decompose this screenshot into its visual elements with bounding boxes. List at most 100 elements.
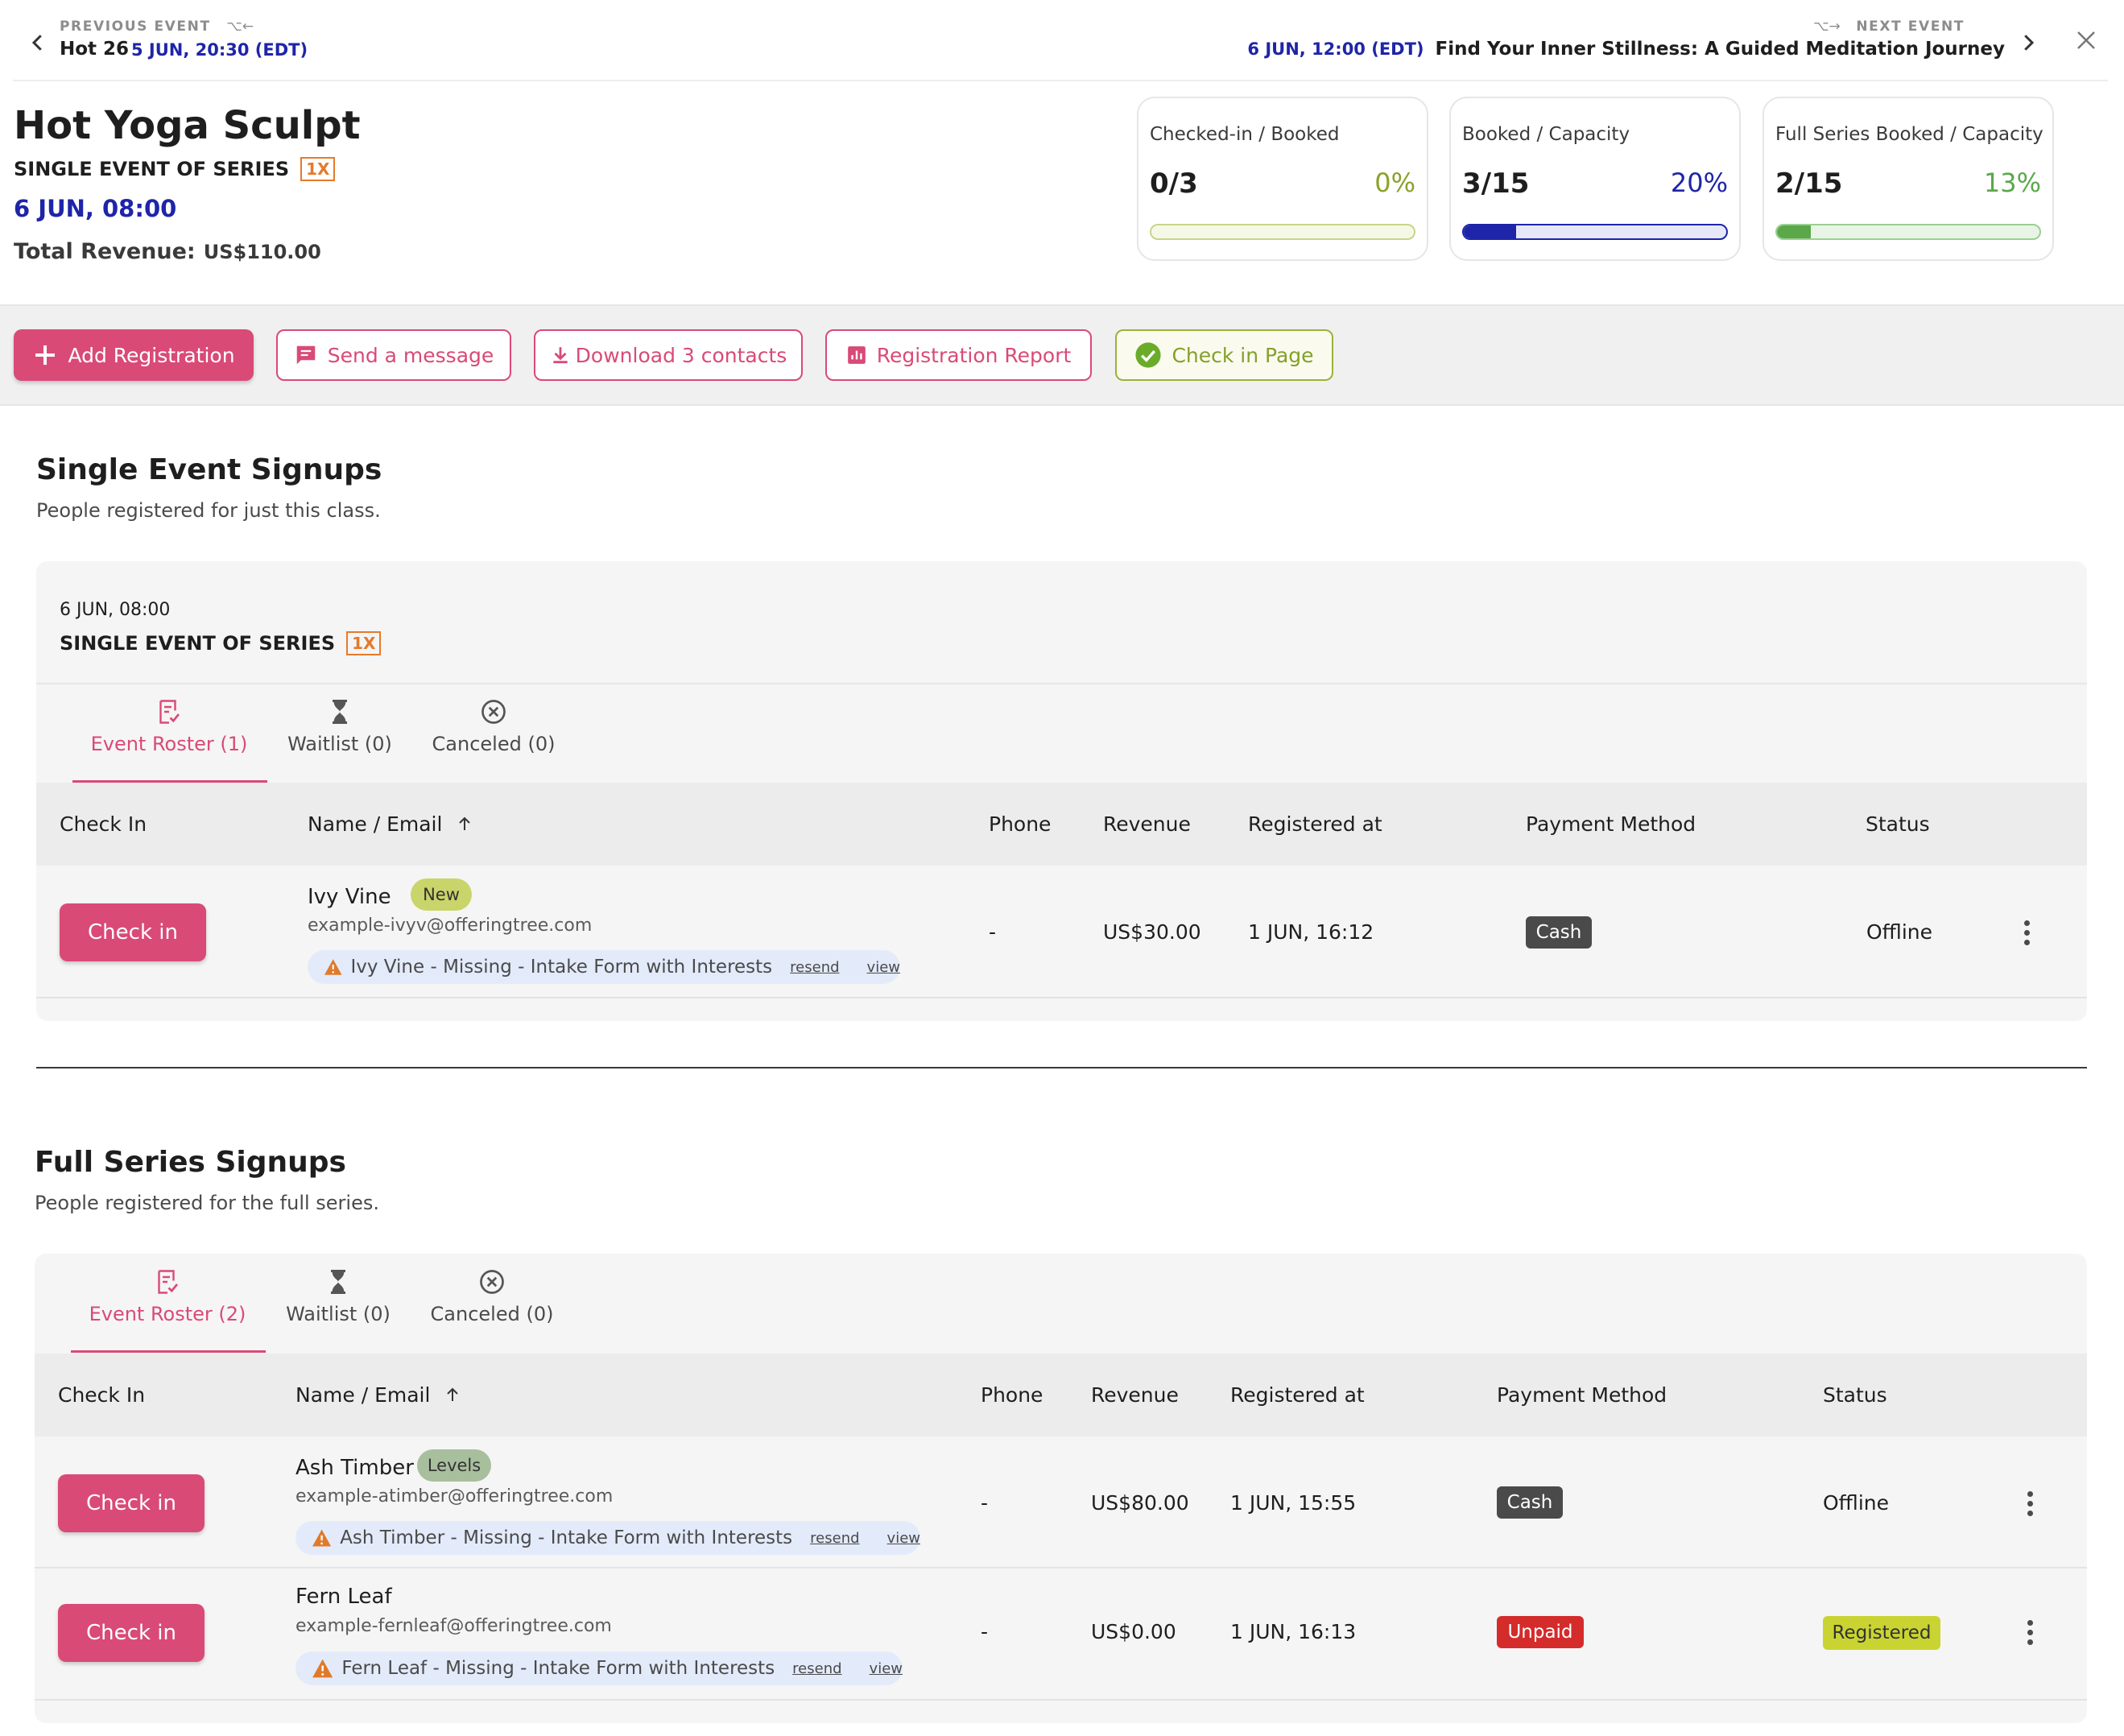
registered-at-value: 1 JUN, 15:55: [1230, 1491, 1357, 1515]
revenue-value: US$80.00: [1091, 1491, 1189, 1515]
plus-icon: [35, 345, 56, 365]
cancel-circle-icon: [481, 700, 506, 724]
resend-link[interactable]: resend: [792, 1660, 841, 1677]
registration-report-button[interactable]: Registration Report: [825, 329, 1092, 381]
phone-value: -: [989, 920, 997, 944]
table-row: Check in Fern Leaf example-fernleaf@offe…: [35, 1569, 2087, 1699]
column-status: Status: [1823, 1383, 1887, 1407]
full-signups-title: Full Series Signups: [35, 1146, 346, 1179]
stat-value: 3/15: [1462, 167, 1530, 200]
next-shortcut: ⌥→: [1812, 19, 1841, 35]
download-contacts-label: Download 3 contacts: [575, 343, 787, 367]
revenue-value: US$30.00: [1103, 920, 1201, 944]
column-check-in: Check In: [58, 1383, 146, 1407]
stat-progress-bar: [1150, 224, 1415, 240]
roster-icon: [159, 700, 180, 724]
row-divider: [36, 997, 2087, 998]
column-name-email[interactable]: Name / Email: [295, 1383, 462, 1407]
report-chart-icon: [847, 346, 866, 364]
close-icon[interactable]: [2074, 28, 2098, 52]
attendee-email: example-atimber@offeringtree.com: [295, 1486, 614, 1507]
more-options-icon[interactable]: [2026, 1620, 2034, 1649]
tab-event-roster[interactable]: Event Roster (2): [71, 1267, 264, 1325]
tab-canceled-label: Canceled (0): [432, 733, 556, 755]
warning-triangle-icon: [324, 959, 342, 975]
view-link[interactable]: view: [870, 1660, 903, 1677]
missing-form-text: Ivy Vine - Missing - Intake Form with In…: [350, 957, 773, 978]
previous-event-label: PREVIOUS EVENT: [60, 19, 211, 35]
next-event-nav[interactable]: ⌥→ NEXT EVENT 6 JUN, 12:00 (EDT) Find Yo…: [1247, 16, 2045, 66]
table-row: Check in Ivy Vine New example-ivyv@offer…: [36, 866, 2087, 997]
more-options-icon[interactable]: [2023, 920, 2031, 949]
column-name-email-label: Name / Email: [308, 812, 443, 836]
sort-arrow-up-icon: [459, 816, 471, 830]
stat-label: Booked / Capacity: [1462, 124, 1630, 145]
phone-value: -: [981, 1620, 989, 1643]
resend-link[interactable]: resend: [810, 1530, 859, 1547]
tab-waitlist-label: Waitlist (0): [286, 1303, 391, 1325]
view-link[interactable]: view: [867, 959, 900, 976]
cancel-circle-icon: [480, 1270, 504, 1294]
warning-triangle-icon: [312, 1659, 333, 1678]
check-in-page-label: Check in Page: [1172, 343, 1314, 367]
single-signups-subtitle: People registered for just this class.: [36, 499, 381, 522]
next-event-label: NEXT EVENT: [1856, 19, 1965, 35]
section-separator: [36, 1067, 2087, 1068]
resend-link[interactable]: resend: [790, 959, 839, 976]
attendee-name[interactable]: Fern Leaf: [295, 1585, 392, 1609]
missing-form-warning: Ash Timber - Missing - Intake Form with …: [295, 1521, 920, 1555]
attendee-name[interactable]: Ivy Vine: [308, 885, 391, 909]
column-payment-method: Payment Method: [1497, 1383, 1667, 1407]
panel-divider: [36, 683, 2087, 684]
event-title: Hot Yoga Sculpt: [14, 103, 361, 148]
hourglass-icon: [331, 1270, 345, 1294]
registration-report-label: Registration Report: [876, 343, 1072, 367]
top-divider: [13, 80, 2108, 81]
column-name-email-label: Name / Email: [295, 1383, 431, 1407]
check-circle-icon: [1135, 342, 1162, 368]
add-registration-button[interactable]: Add Registration: [14, 329, 254, 381]
status-value: Offline: [1866, 920, 1933, 944]
download-contacts-button[interactable]: Download 3 contacts: [534, 329, 803, 381]
row-divider: [35, 1699, 2087, 1701]
registered-at-value: 1 JUN, 16:13: [1230, 1620, 1357, 1643]
missing-form-text: Ash Timber - Missing - Intake Form with …: [340, 1527, 793, 1548]
tab-event-roster[interactable]: Event Roster (1): [72, 697, 266, 755]
tab-waitlist[interactable]: Waitlist (0): [283, 697, 396, 755]
tab-canceled[interactable]: Canceled (0): [425, 1267, 559, 1325]
event-date: 6 JUN, 08:00: [14, 195, 177, 222]
tab-canceled[interactable]: Canceled (0): [427, 697, 560, 755]
check-in-button[interactable]: Check in: [60, 903, 206, 961]
column-name-email[interactable]: Name / Email: [308, 812, 474, 836]
view-link[interactable]: view: [887, 1530, 920, 1547]
column-check-in: Check In: [60, 812, 147, 836]
message-icon: [296, 345, 315, 365]
attendee-email: example-ivyv@offeringtree.com: [308, 916, 593, 936]
add-registration-label: Add Registration: [68, 343, 235, 367]
series-badge: 1X: [300, 157, 336, 181]
previous-event-nav[interactable]: PREVIOUS EVENT ⌥← Hot 26 5 JUN, 20:30 (E…: [24, 16, 362, 66]
stat-progress-fill: [1777, 225, 1812, 238]
revenue-value: US$0.00: [1091, 1620, 1176, 1643]
check-in-page-button[interactable]: Check in Page: [1115, 329, 1333, 381]
total-revenue: Total Revenue: US$110.00: [14, 239, 321, 264]
tab-waitlist[interactable]: Waitlist (0): [282, 1267, 395, 1325]
check-in-button[interactable]: Check in: [58, 1604, 205, 1662]
stat-progress-bar: [1462, 224, 1728, 240]
send-message-button[interactable]: Send a message: [276, 329, 511, 381]
next-event-date: 6 JUN, 12:00 (EDT): [1247, 39, 1424, 59]
panel-series-badge: 1X: [346, 631, 382, 655]
attendee-name[interactable]: Ash Timber: [295, 1456, 414, 1480]
column-registered-at: Registered at: [1230, 1383, 1365, 1407]
stat-percent: 20%: [1670, 167, 1728, 198]
single-signups-title: Single Event Signups: [36, 453, 382, 486]
more-options-icon[interactable]: [2026, 1491, 2034, 1520]
missing-form-text: Fern Leaf - Missing - Intake Form with I…: [341, 1658, 775, 1679]
stat-card-full-series: Full Series Booked / Capacity 2/15 13%: [1762, 97, 2054, 261]
hourglass-icon: [333, 700, 347, 724]
payment-badge: Cash: [1497, 1486, 1563, 1519]
series-label: SINGLE EVENT OF SERIES 1X: [14, 157, 336, 181]
check-in-button[interactable]: Check in: [58, 1474, 205, 1532]
stat-progress-fill: [1464, 225, 1517, 238]
tab-event-roster-label: Event Roster (1): [90, 733, 248, 755]
